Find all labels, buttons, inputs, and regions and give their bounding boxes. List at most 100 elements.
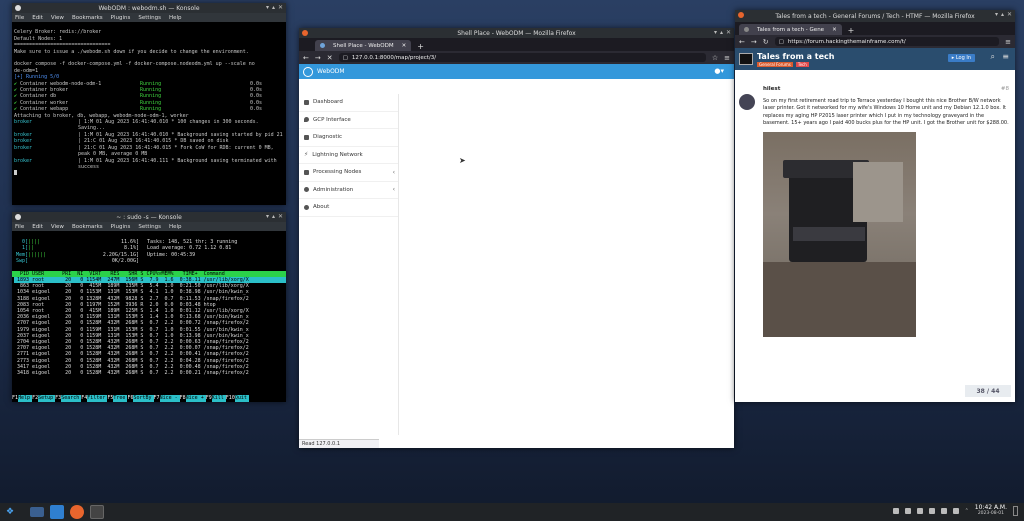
topic-pager[interactable]: 38 / 44 — [965, 385, 1011, 397]
network-icon[interactable] — [904, 508, 911, 514]
battery-icon[interactable] — [952, 508, 959, 514]
minimize-icon[interactable]: ▾ — [266, 4, 269, 11]
sidebar-item-diagnostic[interactable]: Diagnostic — [299, 129, 398, 147]
url-bar[interactable]: ▢ https://forum.hackingthemainframe.com/… — [774, 37, 1000, 46]
minimize-icon[interactable]: ▾ — [714, 29, 717, 36]
tab-forum[interactable]: Tales from a tech - Gene ✕ — [739, 24, 842, 35]
fkey-quit[interactable]: F10 Quit — [226, 395, 249, 402]
menu-file[interactable]: File — [15, 224, 24, 230]
close-icon[interactable]: ✕ — [726, 29, 731, 36]
sidebar-item-about[interactable]: About — [299, 199, 398, 217]
tab-close-icon[interactable]: ✕ — [402, 43, 407, 49]
show-desktop-icon[interactable] — [1013, 506, 1018, 516]
fkey-sortby[interactable]: F6 SortBy — [127, 395, 154, 402]
close-icon[interactable]: ✕ — [278, 4, 283, 11]
sidebar-item-processing-nodes[interactable]: Processing Nodes ‹ — [299, 164, 398, 182]
forum-logo-icon[interactable] — [739, 53, 753, 65]
menu-edit[interactable]: Edit — [32, 224, 43, 230]
reload-icon[interactable]: ↻ — [763, 38, 769, 46]
topic-title[interactable]: Tales from a tech — [757, 52, 834, 61]
sidebar-item-gcp-interface[interactable]: GCP Interface — [299, 112, 398, 129]
post-author[interactable]: hilest — [763, 86, 780, 92]
maximize-icon[interactable]: ▴ — [272, 4, 275, 11]
menu-hamburger-icon[interactable]: ≡ — [724, 54, 730, 62]
bluetooth-icon[interactable] — [928, 508, 935, 514]
fkey-help[interactable]: F1 Help — [12, 395, 33, 402]
new-tab-icon[interactable]: + — [413, 42, 428, 51]
menu-settings[interactable]: Settings — [138, 15, 161, 21]
konsole-taskbar-icon[interactable] — [90, 505, 104, 519]
fkey-kill[interactable]: F9 Kill — [206, 395, 226, 402]
clock[interactable]: 10:42 A.M. 2023-08-01 — [975, 505, 1007, 517]
status-bar: Read 127.0.0.1 — [299, 439, 379, 448]
fkey-tree[interactable]: F5 Tree — [107, 395, 128, 402]
new-tab-icon[interactable]: + — [844, 26, 859, 35]
back-icon[interactable]: ← — [303, 54, 309, 62]
printer-photo[interactable] — [763, 131, 916, 337]
close-icon[interactable]: ✕ — [278, 213, 283, 220]
konsole-top-terminal[interactable]: Celery Broker: redis://broker Default Nod… — [12, 22, 286, 205]
avatar[interactable] — [739, 94, 755, 110]
category-tag[interactable]: General Forums — [757, 61, 793, 67]
terminal-app-icon — [15, 214, 21, 220]
maximize-icon[interactable]: ▴ — [272, 213, 275, 220]
firefox-center-titlebar[interactable]: Shell Place - WebODM — Mozilla Firefox ▾… — [299, 28, 734, 38]
sidebar-item-dashboard[interactable]: Dashboard — [299, 94, 398, 112]
maximize-icon[interactable]: ▴ — [720, 29, 723, 36]
firefox-right-titlebar[interactable]: Tales from a tech - General Forums / Tec… — [735, 10, 1015, 22]
tab-close-icon[interactable]: ✕ — [832, 27, 837, 33]
firefox-center-tabstrip: Shell Place - WebODM ✕ + — [299, 38, 734, 51]
user-menu-icon[interactable]: ●▾ — [714, 67, 724, 75]
back-icon[interactable]: ← — [739, 38, 745, 46]
sidebar-item-administration[interactable]: Administration ‹ — [299, 182, 398, 199]
login-button[interactable]: ▸ Log In — [947, 54, 975, 62]
menu-hamburger-icon[interactable]: ≡ — [1005, 38, 1011, 46]
konsole-bottom-titlebar[interactable]: ~ : sudo -s — Konsole ▾ ▴ ✕ — [12, 212, 286, 222]
stop-icon[interactable]: ✕ — [327, 54, 333, 62]
bookmark-star-icon[interactable]: ☆ — [712, 54, 718, 62]
app-launcher-icon[interactable]: ❖ — [3, 505, 17, 519]
tray-expand-icon[interactable]: ⌃ — [965, 508, 969, 514]
webodm-brand[interactable]: WebODM — [317, 68, 345, 75]
konsole-bottom-title: ~ : sudo -s — Konsole — [116, 213, 182, 221]
sidebar-item-lightning-network[interactable]: ⚡ Lightning Network — [299, 147, 398, 164]
search-icon[interactable]: ⌕ — [991, 52, 995, 62]
volume-icon[interactable] — [916, 508, 923, 514]
fkey-nice-minus[interactable]: F7 Nice - — [154, 395, 180, 402]
menu-edit[interactable]: Edit — [32, 15, 43, 21]
clock-date: 2023-08-01 — [977, 511, 1004, 516]
konsole-top-titlebar[interactable]: WebODM : webodm.sh — Konsole ▾ ▴ ✕ — [12, 3, 286, 13]
close-icon[interactable]: ✕ — [1007, 11, 1012, 18]
htop-row[interactable]: 3418 eigoel 20 0 1528M 432M 268M S 0.7 2… — [14, 370, 286, 376]
menu-bookmarks[interactable]: Bookmarks — [72, 15, 103, 21]
minimize-icon[interactable]: ▾ — [266, 213, 269, 220]
tab-webodm-label: Shell Place - WebODM — [333, 42, 394, 49]
menu-help[interactable]: Help — [169, 15, 182, 21]
hamburger-icon[interactable]: ≡ — [1002, 52, 1009, 61]
maximize-icon[interactable]: ▴ — [1001, 11, 1004, 18]
forward-icon[interactable]: → — [315, 54, 321, 62]
category-tag[interactable]: Tech — [795, 61, 809, 67]
fkey-setup[interactable]: F2 Setup — [32, 395, 56, 402]
forward-icon[interactable]: → — [751, 38, 757, 46]
clipboard-icon[interactable] — [892, 508, 899, 514]
fkey-nice-plus[interactable]: F8 Nice + — [180, 395, 206, 402]
menu-view[interactable]: View — [51, 15, 64, 21]
fkey-search[interactable]: F3 Search — [55, 395, 82, 402]
fkey-filter[interactable]: F4 Filter — [81, 395, 108, 402]
menu-view[interactable]: View — [51, 224, 64, 230]
notifications-icon[interactable] — [940, 508, 947, 514]
menu-plugins[interactable]: Plugins — [111, 15, 131, 21]
menu-settings[interactable]: Settings — [138, 224, 161, 230]
url-bar[interactable]: ▢ 127.0.0.1:8000/map/project/3/ — [338, 53, 706, 62]
menu-plugins[interactable]: Plugins — [111, 224, 131, 230]
menu-bookmarks[interactable]: Bookmarks — [72, 224, 103, 230]
menu-file[interactable]: File — [15, 15, 24, 21]
firefox-taskbar-icon[interactable] — [70, 505, 84, 519]
tab-webodm[interactable]: Shell Place - WebODM ✕ — [315, 40, 412, 51]
minimize-icon[interactable]: ▾ — [995, 11, 998, 18]
file-manager-icon[interactable] — [50, 505, 64, 519]
desktop-pager-icon[interactable] — [30, 507, 44, 517]
htop-process-list[interactable]: 1893 root 20 0 1154M 247M 156M S 7.9 1.6… — [12, 277, 286, 376]
menu-help[interactable]: Help — [169, 224, 182, 230]
